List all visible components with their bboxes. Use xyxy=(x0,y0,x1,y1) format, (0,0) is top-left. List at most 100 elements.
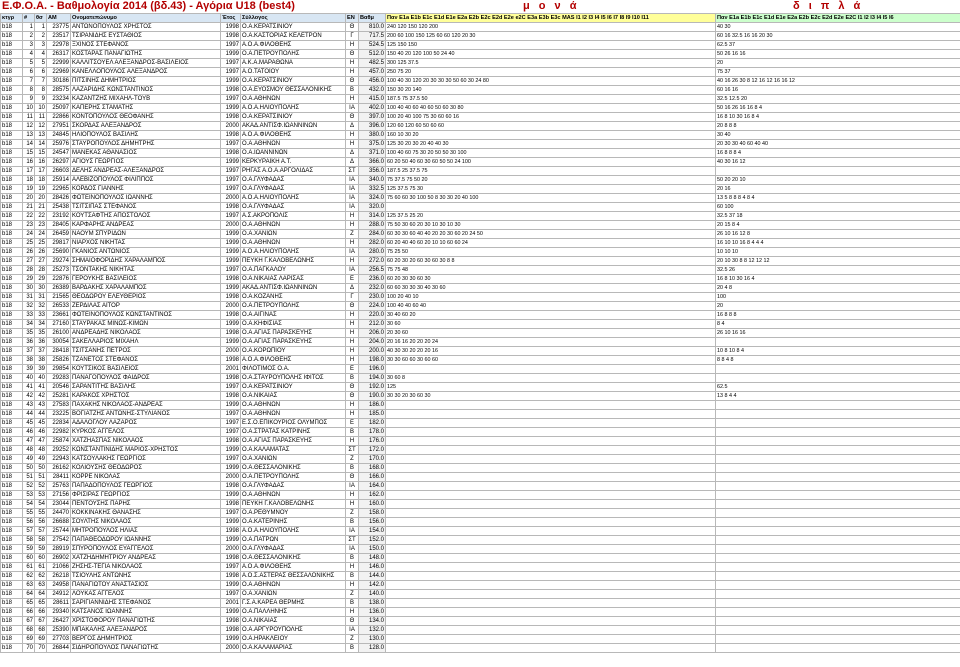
table-row[interactable]: b18 27 27 29274 ΣΗΜΑΙΟΦΟΡΙΔΗΣ ΧΑΡΑΛΑΜΠΟΣ 1999… xyxy=(0,256,960,266)
player-name-cell[interactable]: ΒΟΓΙΑΤΖΗΣ ΑΝΤΩΝΗΣ-ΣΤΥΛΙΑΝΟΣ xyxy=(70,409,221,419)
member-id-cell[interactable]: 28418 xyxy=(46,346,71,356)
row-number-cell[interactable]: 55 xyxy=(22,508,35,518)
birth-year-cell[interactable]: 1998 xyxy=(220,202,241,212)
doubles-points-cell[interactable]: 40 30 xyxy=(715,22,960,32)
score-cell[interactable]: 332.5 xyxy=(358,184,386,194)
region-cell[interactable]: Η xyxy=(345,562,359,572)
row-number-cell[interactable]: 30 xyxy=(22,283,35,293)
member-id-cell[interactable]: 28405 xyxy=(46,220,71,230)
member-id-cell[interactable]: 26317 xyxy=(46,49,71,59)
table-row[interactable]: b18 26 26 25690 ΓΚΑΝΙΟΣ ΑΝΤΩΝΙΟΣ 1999 Α.Ο.Α.ΗΛ… xyxy=(0,247,960,257)
category-cell[interactable]: b18 xyxy=(0,148,23,158)
table-row[interactable]: b18 4 4 26317 ΚΟΣΤΑΡΑΣ ΠΑΝΑΓΙΩΤΗΣ 1999 Ο.Α.ΠΕΤ… xyxy=(0,49,960,59)
position-cell[interactable]: 64 xyxy=(34,589,47,599)
row-number-cell[interactable]: 5 xyxy=(22,58,35,68)
doubles-points-cell[interactable]: 30 40 xyxy=(715,130,960,140)
club-cell[interactable]: Ο.Α.ΓΛΥΦΑΔΑΣ xyxy=(240,184,346,194)
doubles-points-cell[interactable] xyxy=(715,634,960,644)
player-name-cell[interactable]: ΚΥΡΚΟΣ ΑΓΓΕΛΟΣ xyxy=(70,427,221,437)
score-cell[interactable]: 204.0 xyxy=(358,337,386,347)
category-cell[interactable]: b18 xyxy=(0,454,23,464)
doubles-points-cell[interactable]: 32.5 12.5 20 xyxy=(715,94,960,104)
region-cell[interactable]: Θ xyxy=(345,112,359,122)
member-id-cell[interactable]: 25438 xyxy=(46,202,71,212)
member-id-cell[interactable]: 25273 xyxy=(46,265,71,275)
category-cell[interactable]: b18 xyxy=(0,490,23,500)
birth-year-cell[interactable]: 1999 xyxy=(220,445,241,455)
doubles-points-cell[interactable] xyxy=(715,427,960,437)
club-cell[interactable]: Ο.Α.ΓΛΥΦΑΔΑΣ xyxy=(240,481,346,491)
singles-points-cell[interactable] xyxy=(385,400,716,410)
score-cell[interactable]: 206.0 xyxy=(358,328,386,338)
position-cell[interactable]: 11 xyxy=(34,112,47,122)
table-row[interactable]: b18 62 62 26218 ΤΣΙΟΥΛΗΣ ΑΝΤΩΝΗΣ 1998 Α.Ο.Σ.ΑΣ… xyxy=(0,571,960,581)
position-cell[interactable]: 49 xyxy=(34,454,47,464)
doubles-points-cell[interactable] xyxy=(715,490,960,500)
birth-year-cell[interactable]: 1998 xyxy=(220,436,241,446)
singles-points-cell[interactable] xyxy=(385,463,716,473)
position-cell[interactable]: 32 xyxy=(34,301,47,311)
player-name-cell[interactable]: ΣΟΥΛΤΗΣ ΝΙΚΟΛΑΟΣ xyxy=(70,517,221,527)
table-row[interactable]: b18 48 48 29252 ΚΩΝΣΤΑΝΤΙΝΙΔΗΣ ΜΑΡΙΟΣ-ΧΡΗΣΤΟ… xyxy=(0,445,960,455)
region-cell[interactable]: Ζ xyxy=(345,454,359,464)
row-number-cell[interactable]: 31 xyxy=(22,292,35,302)
row-number-cell[interactable]: 67 xyxy=(22,616,35,626)
singles-points-cell[interactable] xyxy=(385,598,716,608)
club-cell[interactable]: Α.Ο.Σ.ΑΣΤΕΡΑΣ ΘΕΣΣΑΛΟΝΙΚΗΣ xyxy=(240,571,346,581)
birth-year-cell[interactable]: 1997 xyxy=(220,427,241,437)
row-number-cell[interactable]: 26 xyxy=(22,247,35,257)
category-cell[interactable]: b18 xyxy=(0,166,23,176)
doubles-points-cell[interactable]: 13 5 8 8 8 4 8 4 xyxy=(715,193,960,203)
region-cell[interactable]: Ζ xyxy=(345,508,359,518)
player-name-cell[interactable]: ΣΚΟΡΔΑΣ ΑΛΕΞΑΝΔΡΟΣ xyxy=(70,121,221,131)
player-name-cell[interactable]: ΓΚΑΝΙΟΣ ΑΝΤΩΝΙΟΣ xyxy=(70,247,221,257)
category-cell[interactable]: b18 xyxy=(0,238,23,248)
position-cell[interactable]: 17 xyxy=(34,166,47,176)
member-id-cell[interactable]: 25826 xyxy=(46,355,71,365)
birth-year-cell[interactable]: 1999 xyxy=(220,400,241,410)
birth-year-cell[interactable]: 2000 xyxy=(220,220,241,230)
region-cell[interactable]: Η xyxy=(345,490,359,500)
row-number-cell[interactable]: 45 xyxy=(22,418,35,428)
birth-year-cell[interactable]: 1997 xyxy=(220,67,241,77)
player-name-cell[interactable]: ΠΑΝΑΓΟΠΟΥΛΟΣ ΦΑΙΔΡΟΣ xyxy=(70,373,221,383)
category-cell[interactable]: b18 xyxy=(0,508,23,518)
player-name-cell[interactable]: ΚΑΖΑΝΤΖΗΣ ΜΙΧΑΗΛ-ΤΟΥΒ xyxy=(70,94,221,104)
score-cell[interactable]: 397.0 xyxy=(358,112,386,122)
position-cell[interactable]: 6 xyxy=(34,67,47,77)
score-cell[interactable]: 142.0 xyxy=(358,580,386,590)
member-id-cell[interactable]: 23775 xyxy=(46,22,71,32)
score-cell[interactable]: 190.0 xyxy=(358,391,386,401)
birth-year-cell[interactable]: 1998 xyxy=(220,85,241,95)
member-id-cell[interactable]: 29274 xyxy=(46,256,71,266)
position-cell[interactable]: 2 xyxy=(34,31,47,41)
club-cell[interactable]: Ο.Α.ΙΩΑΝΝΙΝΩΝ xyxy=(240,148,346,158)
table-row[interactable]: b18 21 21 25438 ΤΣΙΤΣΙΠΑΣ ΣΤΕΦΑΝΟΣ 1998 Ο.Α.ΓΛ… xyxy=(0,202,960,212)
table-row[interactable]: b18 67 67 26427 ΧΡΙΣΤΟΦΟΡΟΥ ΠΑΝΑΓΙΩΤΗΣ 1998 Ο.… xyxy=(0,616,960,626)
region-cell[interactable]: Η xyxy=(345,211,359,221)
col-header[interactable]: Έτος xyxy=(220,13,241,23)
table-row[interactable]: b18 57 57 25744 ΜΗΤΡΟΠΟΥΛΟΣ ΗΛΙΑΣ 1998 Α.Ο.Α.Η… xyxy=(0,526,960,536)
birth-year-cell[interactable]: 1998 xyxy=(220,355,241,365)
club-cell[interactable]: Α.Ο.Α.ΦΙΛΟΘΕΗΣ xyxy=(240,355,346,365)
category-cell[interactable]: b18 xyxy=(0,643,23,653)
score-cell[interactable]: 136.0 xyxy=(358,607,386,617)
club-cell[interactable]: Ο.Α.ΚΕΡΑΤΣΙΝΙΟΥ xyxy=(240,112,346,122)
category-cell[interactable]: b18 xyxy=(0,40,23,50)
member-id-cell[interactable]: 25690 xyxy=(46,247,71,257)
club-cell[interactable]: Α.Ο.Α.ΗΛΙΟΥΠΟΛΗΣ xyxy=(240,247,346,257)
singles-points-cell[interactable]: 150 30 20 140 xyxy=(385,85,716,95)
singles-points-cell[interactable]: 30 40 60 20 xyxy=(385,310,716,320)
position-cell[interactable]: 23 xyxy=(34,220,47,230)
doubles-points-cell[interactable]: 100 xyxy=(715,292,960,302)
category-cell[interactable]: b18 xyxy=(0,229,23,239)
score-cell[interactable]: 402.0 xyxy=(358,103,386,113)
row-number-cell[interactable]: 24 xyxy=(22,229,35,239)
table-row[interactable]: b18 65 65 28611 ΣΑΡΙΓΙΑΝΝΙΔΗΣ ΣΤΕΦΑΝΟΣ 2001 Γ.… xyxy=(0,598,960,608)
player-name-cell[interactable]: ΠΕΝΤΟΥΣΗΣ ΠΑΡΗΣ xyxy=(70,499,221,509)
birth-year-cell[interactable]: 1998 xyxy=(220,625,241,635)
birth-year-cell[interactable]: 1997 xyxy=(220,409,241,419)
doubles-points-cell[interactable] xyxy=(715,364,960,374)
score-cell[interactable]: 524.5 xyxy=(358,40,386,50)
player-name-cell[interactable]: ΚΟΥΤΣΑΦΤΗΣ ΑΠΟΣΤΟΛΟΣ xyxy=(70,211,221,221)
